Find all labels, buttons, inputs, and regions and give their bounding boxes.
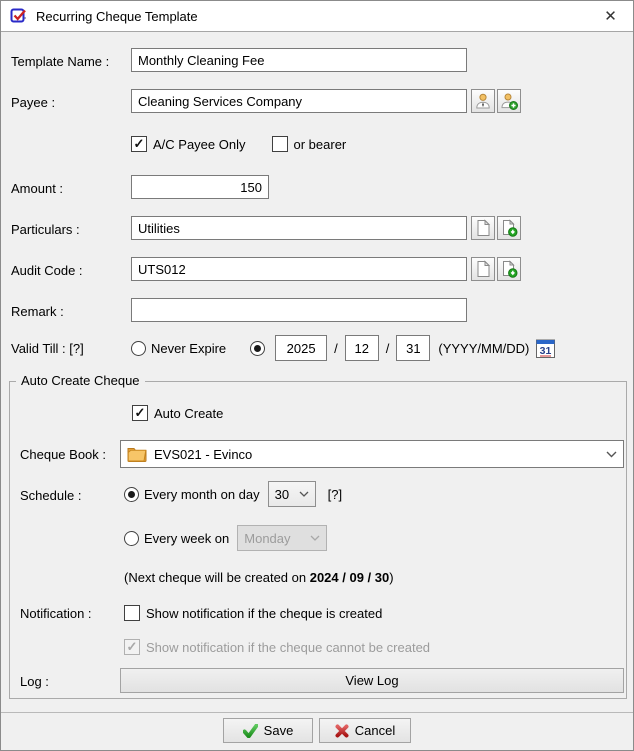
cheque-book-selected: EVS021 - Evinco	[154, 446, 253, 462]
recurring-cheque-template-dialog: Recurring Cheque Template ✕ Template Nam…	[0, 0, 634, 751]
audit-code-label: Audit Code :	[11, 263, 83, 278]
every-week-label: Every week on	[144, 530, 230, 546]
remark-label: Remark :	[11, 304, 64, 319]
never-expire-radio[interactable]	[131, 340, 146, 356]
audit-code-input[interactable]	[131, 257, 467, 281]
folder-icon	[127, 446, 147, 462]
select-audit-code-button[interactable]	[471, 257, 495, 281]
document-icon	[474, 260, 492, 278]
auto-create-checkbox[interactable]	[132, 405, 148, 421]
document-add-icon	[500, 219, 518, 237]
never-expire-label: Never Expire	[151, 340, 227, 356]
close-button[interactable]: ✕	[588, 1, 633, 31]
template-name-label: Template Name :	[11, 54, 110, 69]
next-cheque-note-suffix: )	[389, 570, 394, 585]
add-audit-code-button[interactable]	[497, 257, 521, 281]
date-separator: /	[385, 340, 390, 356]
valid-till-help-link[interactable]: [?]	[69, 341, 83, 356]
window-title: Recurring Cheque Template	[36, 8, 198, 24]
every-week-radio[interactable]	[124, 530, 139, 546]
expire-date-radio[interactable]	[250, 340, 266, 356]
valid-till-year-input[interactable]	[275, 335, 328, 361]
app-icon	[9, 6, 29, 26]
monthly-day-value: 30	[274, 486, 290, 502]
every-month-label: Every month on day	[144, 486, 260, 502]
select-payee-button[interactable]	[471, 89, 495, 113]
auto-create-cheque-group: Auto Create Cheque Auto Create Cheque Bo…	[9, 373, 627, 699]
schedule-weekly-row: Every week on Monday	[124, 525, 328, 551]
valid-till-month-input[interactable]	[344, 335, 379, 361]
schedule-monthly-row: Every month on day 30 [?]	[124, 481, 342, 507]
notify-created-checkbox[interactable]	[124, 605, 140, 621]
select-particulars-button[interactable]	[471, 216, 495, 240]
calendar-picker-icon[interactable]: 31	[535, 338, 556, 359]
auto-create-row: Auto Create	[132, 404, 223, 422]
notify-failed-row: Show notification if the cheque cannot b…	[124, 638, 430, 656]
remark-input[interactable]	[131, 298, 467, 322]
particulars-input[interactable]	[131, 216, 467, 240]
cheque-book-dropdown[interactable]: EVS021 - Evinco	[120, 440, 624, 468]
notify-failed-label: Show notification if the cheque cannot b…	[146, 639, 431, 655]
weekly-day-dropdown: Monday	[237, 525, 328, 551]
weekly-day-value: Monday	[244, 530, 291, 546]
save-button-label: Save	[263, 723, 294, 738]
person-add-icon	[500, 92, 518, 110]
amount-label: Amount :	[11, 181, 64, 196]
next-cheque-note: (Next cheque will be created on 2024 / 0…	[124, 570, 394, 585]
add-payee-button[interactable]	[497, 89, 521, 113]
save-button[interactable]: Save	[223, 718, 313, 743]
cancel-button-label: Cancel	[354, 723, 396, 738]
log-label: Log :	[20, 674, 49, 689]
ac-payee-only-checkbox[interactable]	[131, 136, 147, 152]
footer-separator	[1, 712, 633, 713]
payee-options-row: A/C Payee Only or bearer	[131, 135, 346, 153]
document-add-icon	[500, 260, 518, 278]
or-bearer-checkbox[interactable]	[271, 136, 288, 152]
svg-text:31: 31	[540, 345, 552, 357]
cancel-x-icon	[335, 724, 349, 738]
chevron-down-icon	[310, 535, 320, 541]
valid-till-day-input[interactable]	[396, 335, 431, 361]
notify-created-row: Show notification if the cheque is creat…	[124, 604, 382, 622]
ac-payee-only-label: A/C Payee Only	[153, 136, 246, 152]
cheque-book-label: Cheque Book :	[20, 447, 107, 462]
payee-label: Payee :	[11, 95, 56, 110]
next-cheque-date: 2024 / 09 / 30	[309, 570, 390, 585]
notify-created-label: Show notification if the cheque is creat…	[146, 605, 383, 621]
every-month-radio[interactable]	[124, 486, 139, 502]
schedule-help-link[interactable]: [?]	[328, 487, 342, 502]
template-name-input[interactable]	[131, 48, 467, 72]
particulars-label: Particulars :	[11, 222, 80, 237]
titlebar: Recurring Cheque Template ✕	[1, 1, 633, 32]
monthly-day-dropdown[interactable]: 30	[267, 481, 316, 507]
auto-create-label: Auto Create	[154, 405, 224, 421]
add-particulars-button[interactable]	[497, 216, 521, 240]
notify-failed-checkbox	[124, 639, 140, 655]
date-separator: /	[334, 340, 338, 356]
payee-input[interactable]	[131, 89, 467, 113]
or-bearer-label: or bearer	[293, 136, 347, 152]
chevron-down-icon	[606, 451, 617, 458]
valid-till-label-text: Valid Till :	[11, 341, 66, 356]
valid-till-label: Valid Till : [?]	[11, 341, 84, 356]
next-cheque-note-prefix: (Next cheque will be created on	[124, 570, 310, 585]
cancel-button[interactable]: Cancel	[319, 718, 411, 743]
valid-till-row: Never Expire / / (YYYY/MM/DD) 31	[131, 335, 556, 361]
schedule-label: Schedule :	[20, 488, 82, 503]
person-icon	[474, 92, 492, 110]
auto-create-group-title: Auto Create Cheque	[16, 373, 145, 388]
chevron-down-icon	[299, 491, 309, 497]
view-log-button[interactable]: View Log	[120, 668, 624, 693]
date-format-hint: (YYYY/MM/DD)	[438, 340, 530, 356]
amount-input[interactable]	[131, 175, 269, 199]
save-check-icon	[242, 723, 258, 738]
document-icon	[474, 219, 492, 237]
notification-label: Notification :	[20, 606, 92, 621]
